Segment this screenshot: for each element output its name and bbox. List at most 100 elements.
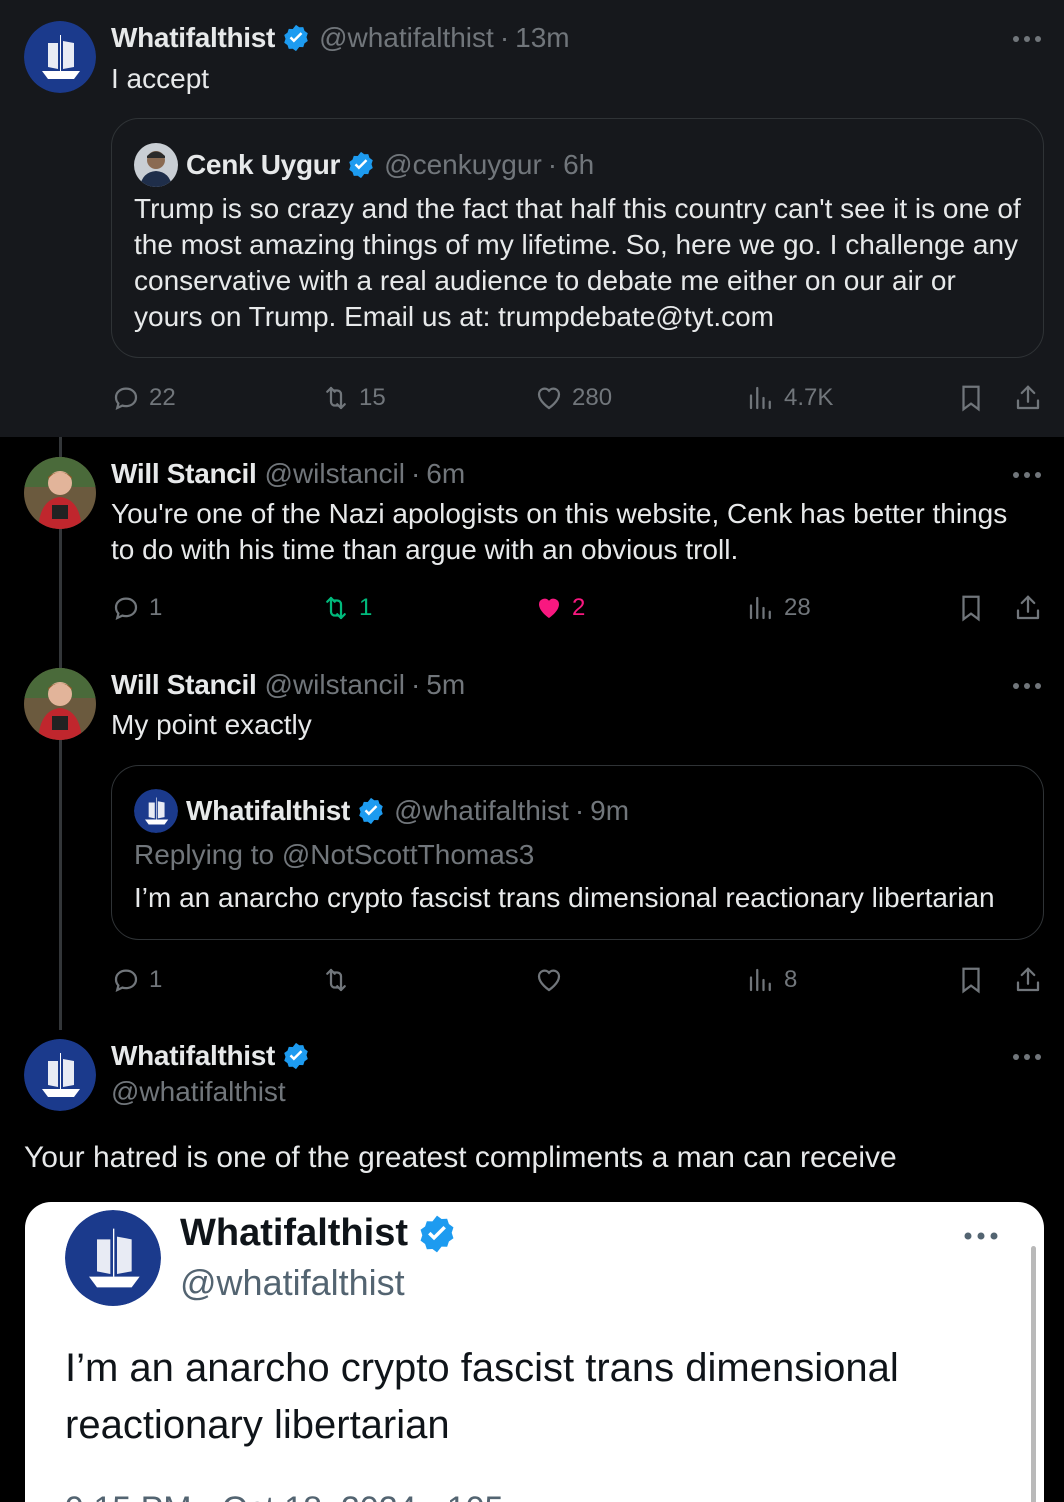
repost-icon (326, 386, 346, 410)
share-button[interactable] (1013, 588, 1043, 628)
heart-icon (537, 969, 561, 992)
separator: · (547, 149, 558, 180)
quoted-author-name: Cenk Uygur (186, 149, 341, 180)
quoted-author-handle: @whatifalthist (394, 795, 569, 826)
share-icon (1016, 967, 1040, 992)
ship-avatar-icon[interactable] (24, 1039, 96, 1111)
separator: · (410, 669, 421, 700)
more-options-icon (963, 1230, 999, 1242)
author-name[interactable]: Whatifalthist (111, 1039, 275, 1073)
quoted-post[interactable]: Whatifalthist @whatifalthist · 9m Replyi… (111, 765, 1044, 940)
more-options-icon[interactable] (1012, 681, 1042, 691)
author-handle[interactable]: @wilstancil (265, 668, 405, 702)
post-time[interactable]: 13m (515, 21, 569, 55)
author-handle[interactable]: @whatifalthist (319, 21, 494, 55)
bookmark-button[interactable] (956, 378, 986, 418)
views-icon (749, 386, 771, 410)
quoted-post-time: 6h (563, 149, 595, 180)
reply-count: 1 (149, 594, 163, 621)
views-button[interactable]: 4.7K (746, 378, 833, 418)
bookmark-button[interactable] (956, 588, 986, 628)
post-actions: 1 8 (111, 960, 1046, 1000)
embed-author-name: Whatifalthist (180, 1212, 408, 1254)
like-count: 280 (572, 384, 613, 411)
repost-button[interactable]: 1 (321, 588, 372, 628)
author-name[interactable]: Will Stancil (111, 668, 257, 702)
share-button[interactable] (1013, 378, 1043, 418)
post-wilstancil-2[interactable]: Will Stancil @wilstancil · 5m My point e… (0, 652, 1064, 1030)
verified-badge-icon (346, 150, 376, 180)
reply-count: 1 (149, 966, 163, 993)
more-options-icon[interactable] (1012, 34, 1042, 44)
embed-post-text: I’m an anarcho crypto fascist trans dime… (65, 1346, 899, 1447)
person-avatar-icon[interactable] (24, 668, 96, 740)
reply-count: 22 (149, 384, 176, 411)
like-count: 2 (572, 594, 586, 621)
post-text: You're one of the Nazi apologists on thi… (111, 498, 1008, 565)
repost-count: 1 (359, 594, 373, 621)
like-button[interactable]: 2 (534, 588, 585, 628)
scrollbar (1031, 1246, 1036, 1502)
attached-image[interactable]: Whatifalthist @whatifalthist I’m an anar… (25, 1202, 1044, 1502)
reply-button[interactable]: 1 (111, 960, 162, 1000)
quoted-post[interactable]: Cenk Uygur @cenkuygur · 6h Trump is so c… (111, 118, 1044, 358)
author-name[interactable]: Whatifalthist (111, 21, 275, 55)
views-button[interactable]: 28 (746, 588, 811, 628)
author-handle[interactable]: @whatifalthist (111, 1075, 286, 1109)
quoted-author-name: Whatifalthist (186, 795, 351, 826)
verified-badge-icon (281, 1041, 311, 1071)
repost-icon (326, 596, 346, 620)
quoted-post-text: I’m an anarcho crypto fascist trans dime… (134, 882, 995, 913)
ship-avatar-icon (65, 1210, 161, 1306)
verified-badge-icon (416, 1213, 458, 1255)
repost-count: 15 (359, 384, 386, 411)
person-avatar-icon (134, 143, 178, 187)
separator: · (499, 22, 510, 53)
separator: · (574, 795, 585, 826)
like-button[interactable] (534, 960, 564, 1000)
share-button[interactable] (1013, 960, 1043, 1000)
more-options-icon[interactable] (1012, 470, 1042, 480)
bookmark-icon (962, 385, 980, 412)
person-avatar-icon[interactable] (24, 457, 96, 529)
repost-icon (326, 968, 346, 992)
views-count: 28 (784, 594, 811, 621)
views-count: 4.7K (784, 384, 834, 411)
repost-button[interactable]: 15 (321, 378, 386, 418)
ship-avatar-icon (134, 789, 178, 833)
post-text: Your hatred is one of the greatest compl… (24, 1141, 897, 1174)
post-actions: 1 1 2 28 (111, 588, 1046, 628)
post-time[interactable]: 6m (426, 457, 465, 491)
post-wilstancil-1[interactable]: Will Stancil @wilstancil · 6m You're one… (0, 437, 1064, 652)
verified-badge-icon (356, 796, 386, 826)
post-whatifalthist-1[interactable]: Whatifalthist @whatifalthist · 13m I acc… (0, 0, 1064, 437)
bookmark-icon (962, 967, 980, 994)
reply-icon (114, 387, 138, 411)
heart-icon (537, 387, 561, 410)
ship-avatar-icon[interactable] (24, 21, 96, 93)
reply-button[interactable]: 1 (111, 588, 162, 628)
author-name[interactable]: Will Stancil (111, 457, 257, 491)
quoted-post-text: Trump is so crazy and the fact that half… (134, 193, 1021, 332)
bookmark-button[interactable] (956, 960, 986, 1000)
share-icon (1016, 385, 1040, 410)
separator: · (410, 458, 421, 489)
views-button[interactable]: 8 (746, 960, 797, 1000)
reply-icon (114, 597, 138, 621)
verified-badge-icon (281, 23, 311, 53)
views-count: 8 (784, 966, 798, 993)
embed-author-handle: @whatifalthist (180, 1262, 405, 1303)
post-time[interactable]: 5m (426, 668, 465, 702)
share-icon (1016, 595, 1040, 620)
bookmark-icon (962, 595, 980, 622)
embed-post-timestamp: 9:15 PM · Oct 18, 2024 · 105 (65, 1490, 503, 1502)
reply-button[interactable]: 22 (111, 378, 176, 418)
replying-to-label: Replying to @NotScottThomas3 (134, 839, 535, 870)
quoted-post-time: 9m (590, 795, 630, 826)
more-options-icon[interactable] (1012, 1052, 1042, 1062)
post-text: I accept (111, 63, 210, 94)
post-text: My point exactly (111, 709, 312, 740)
like-button[interactable]: 280 (534, 378, 612, 418)
author-handle[interactable]: @wilstancil (265, 457, 405, 491)
repost-button[interactable] (321, 960, 351, 1000)
